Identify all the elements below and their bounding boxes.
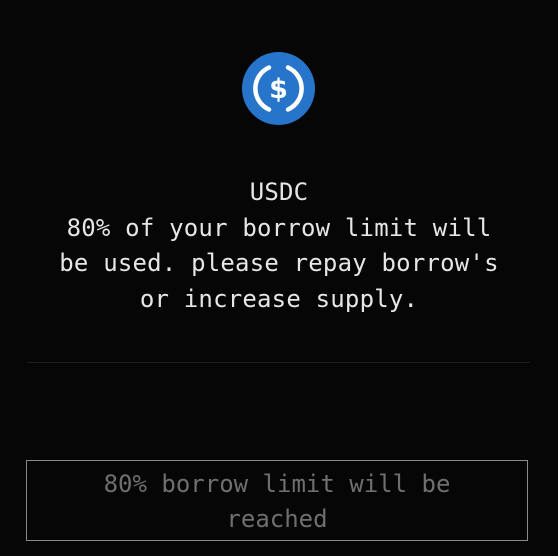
token-symbol: USDC [249,178,309,206]
divider [27,362,530,363]
warning-line-1: 80% of your borrow limit will [66,213,492,242]
warning-line-3: or increase supply. [139,284,419,313]
warning-message: USDC 80% of your borrow limit will be us… [20,175,538,317]
borrow-limit-button[interactable]: 80% borrow limit will be reached [26,460,528,541]
usdc-coin-icon: $ [242,52,315,125]
warning-line-2: be used. please repay borrow's [59,249,499,277]
borrow-warning-panel: $ USDC 80% of your borrow limit will be … [0,0,558,556]
svg-text:$: $ [269,74,288,105]
